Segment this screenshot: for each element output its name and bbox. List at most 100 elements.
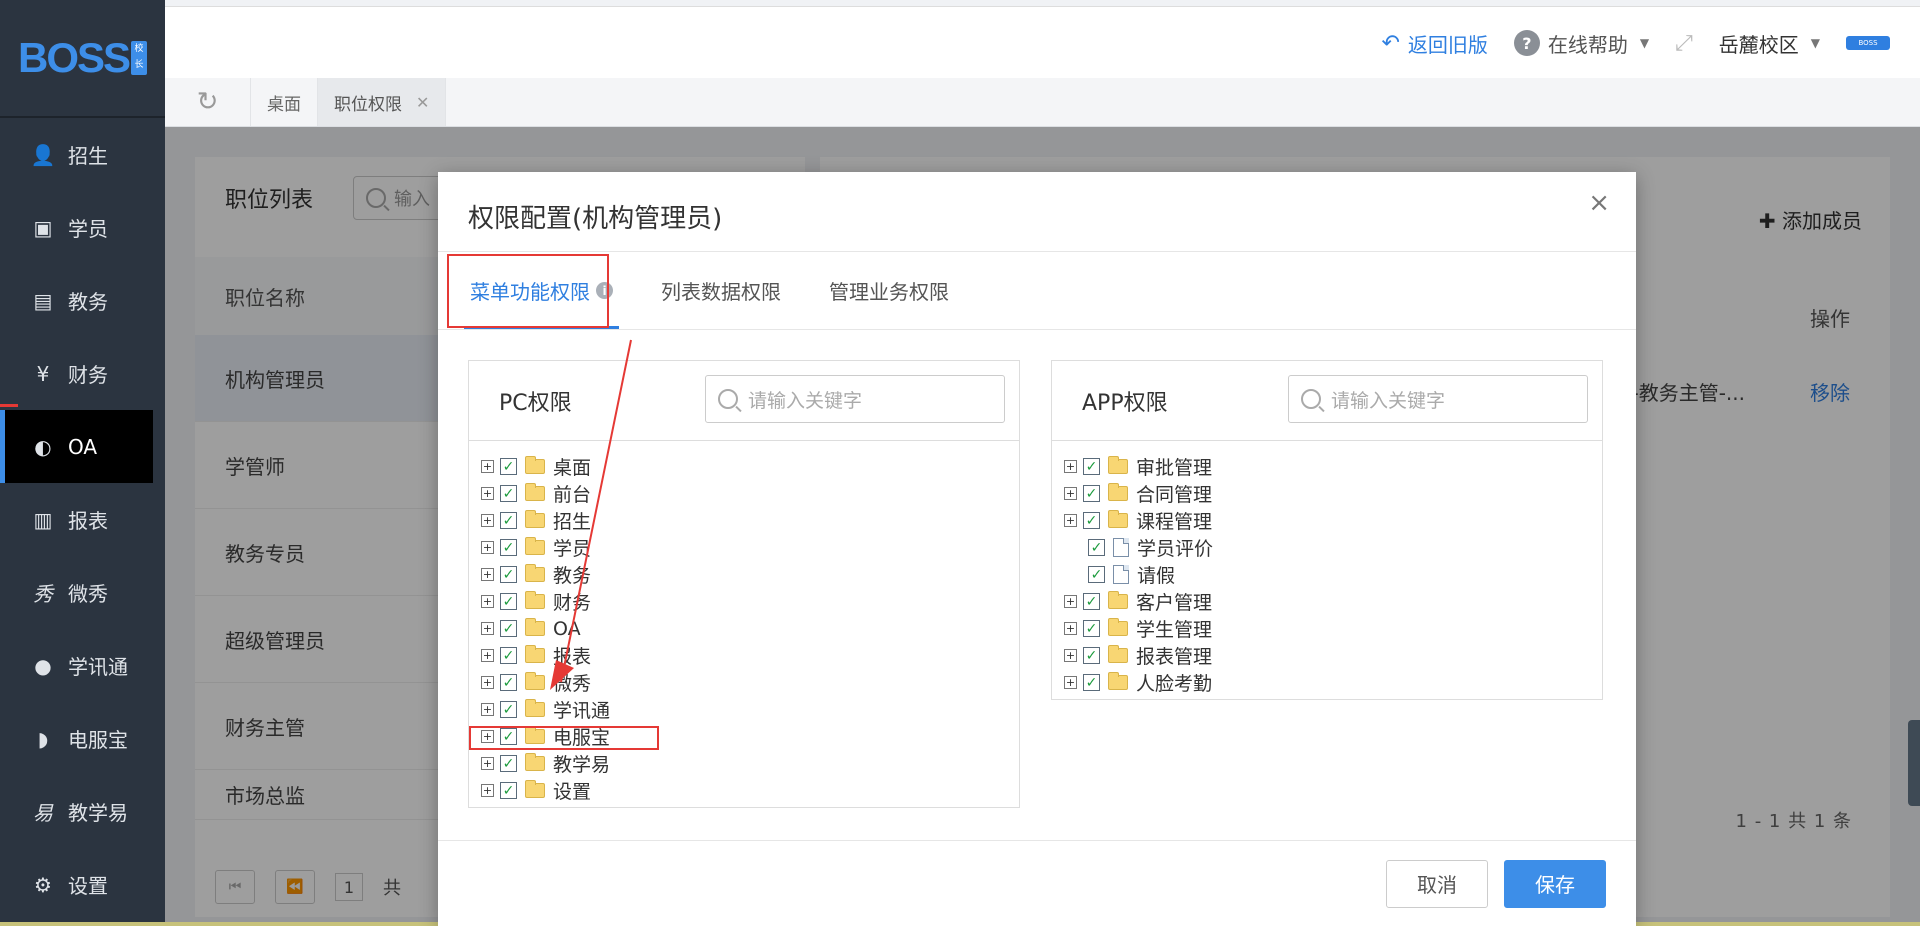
checkbox[interactable]: ✓: [1083, 512, 1100, 529]
sidebar-item-xueyuan[interactable]: ▣ 学员: [0, 191, 165, 264]
expand-icon[interactable]: +: [481, 568, 494, 581]
expand-icon[interactable]: +: [481, 649, 494, 662]
tree-node[interactable]: + ✓ 教务: [481, 561, 1019, 588]
sidebar-item-baobiao[interactable]: ▥ 报表: [0, 483, 165, 556]
yen-icon: ¥: [36, 361, 50, 386]
close-icon[interactable]: ×: [1588, 188, 1610, 218]
expand-icon[interactable]: +: [481, 703, 494, 716]
tree-node[interactable]: + ✓ 报表: [481, 642, 1019, 669]
save-button[interactable]: 保存: [1504, 859, 1606, 908]
expand-icon[interactable]: +: [1064, 649, 1077, 662]
online-help-dropdown[interactable]: ? 在线帮助 ▼: [1513, 29, 1649, 58]
sidebar-item-jiaoxueyi[interactable]: 易教学易: [0, 775, 165, 848]
checkbox[interactable]: ✓: [500, 755, 517, 772]
sidebar-item-shezhi[interactable]: ⚙ 设置: [0, 848, 165, 921]
tree-node-label: 学生管理: [1136, 619, 1213, 641]
checkbox[interactable]: ✓: [500, 701, 517, 718]
app-search-input[interactable]: 请输入关键字: [1288, 375, 1588, 423]
expand-icon[interactable]: +: [1064, 514, 1077, 527]
checkbox[interactable]: ✓: [1083, 647, 1100, 664]
refresh-icon[interactable]: ↻: [165, 78, 251, 126]
tree-node[interactable]: + ✓ 设置: [481, 777, 1019, 804]
sidebar-item-caiwu[interactable]: ¥ 财务: [0, 337, 165, 410]
checkbox[interactable]: ✓: [1088, 539, 1105, 556]
tab-desktop[interactable]: 桌面: [251, 78, 318, 126]
checkbox[interactable]: ✓: [500, 782, 517, 799]
checkbox[interactable]: ✓: [500, 566, 517, 583]
sidebar-item-xuexuntong[interactable]: ● 学讯通: [0, 629, 165, 702]
checkbox[interactable]: ✓: [500, 647, 517, 664]
tree-node[interactable]: + ✓ 财务: [481, 588, 1019, 615]
tree-node[interactable]: + ✓ 招生: [481, 507, 1019, 534]
checkbox[interactable]: ✓: [1083, 458, 1100, 475]
folder-icon: [525, 564, 545, 582]
logo-badge: 校长: [131, 41, 148, 75]
tree-node[interactable]: + ✓ 报表管理: [1064, 642, 1602, 669]
tab-list-data-permissions[interactable]: 列表数据权限: [649, 252, 793, 329]
tree-node[interactable]: + ✓ 学生管理: [1064, 615, 1602, 642]
checkbox[interactable]: ✓: [500, 485, 517, 502]
checkbox[interactable]: ✓: [500, 458, 517, 475]
tree-node[interactable]: + ✓ 人脸考勤: [1064, 669, 1602, 696]
checkbox[interactable]: ✓: [500, 674, 517, 691]
tree-node[interactable]: + ✓ 学员: [481, 534, 1019, 561]
expand-icon[interactable]: +: [481, 487, 494, 500]
sidebar-item-weixiu[interactable]: 秀微秀: [0, 556, 165, 629]
expand-icon[interactable]: +: [481, 757, 494, 770]
tree-node[interactable]: ✓ 学员评价: [1064, 534, 1602, 561]
checkbox[interactable]: ✓: [1083, 593, 1100, 610]
checkbox[interactable]: ✓: [500, 512, 517, 529]
sidebar-item-dianfubao[interactable]: ◗ 电服宝: [0, 702, 165, 775]
expand-icon[interactable]: +: [481, 514, 494, 527]
expand-icon[interactable]: +: [481, 541, 494, 554]
expand-icon[interactable]: +: [1064, 460, 1077, 473]
expand-icon[interactable]: +: [481, 595, 494, 608]
tab-label: 列表数据权限: [661, 280, 781, 304]
checkbox[interactable]: ✓: [500, 593, 517, 610]
checkbox[interactable]: ✓: [1083, 674, 1100, 691]
back-old-version-link[interactable]: ↶ 返回旧版: [1381, 29, 1487, 58]
expand-icon[interactable]: +: [1064, 487, 1077, 500]
search-placeholder: 请输入关键字: [1331, 389, 1446, 412]
checkbox[interactable]: ✓: [1088, 566, 1105, 583]
tree-node-label: 微秀: [553, 673, 592, 695]
fullscreen-icon[interactable]: ⤢: [1675, 31, 1693, 56]
checkbox[interactable]: ✓: [1083, 485, 1100, 502]
expand-icon[interactable]: +: [1064, 622, 1077, 635]
sidebar-nav: 👤 招生 ▣ 学员 ▤ 教务 ¥ 财务 ◐ OA ▥ 报表 秀微秀 ● 学讯通 ◗ 电服宝 易教…: [0, 118, 165, 921]
expand-icon[interactable]: +: [481, 784, 494, 797]
checkbox[interactable]: ✓: [500, 539, 517, 556]
cancel-button[interactable]: 取消: [1386, 859, 1488, 908]
expand-icon[interactable]: +: [481, 622, 494, 635]
tree-node[interactable]: + ✓ 合同管理: [1064, 480, 1602, 507]
close-icon[interactable]: ✕: [416, 93, 429, 112]
expand-icon[interactable]: +: [1064, 595, 1077, 608]
topbar: ↶ 返回旧版 ? 在线帮助 ▼ ⤢ 岳麓校区 ▼ BOSS: [165, 6, 1920, 78]
sidebar-item-zhaosheng[interactable]: 👤 招生: [0, 118, 165, 191]
sidebar-item-oa[interactable]: ◐ OA: [0, 404, 153, 483]
expand-icon[interactable]: +: [481, 460, 494, 473]
tree-node[interactable]: + ✓ 审批管理: [1064, 453, 1602, 480]
tree-node[interactable]: + ✓ 微秀: [481, 669, 1019, 696]
edge-widget[interactable]: [1908, 720, 1920, 806]
tree-node[interactable]: + ✓ 教学易: [481, 750, 1019, 777]
avatar-badge[interactable]: BOSS: [1846, 36, 1890, 50]
tab-business-permissions[interactable]: 管理业务权限: [817, 252, 961, 329]
expand-icon[interactable]: +: [481, 676, 494, 689]
checkbox[interactable]: ✓: [500, 620, 517, 637]
tree-node[interactable]: + ✓ 学讯通: [481, 696, 1019, 723]
tree-node[interactable]: + ✓ 课程管理: [1064, 507, 1602, 534]
sidebar-item-jiaowu[interactable]: ▤ 教务: [0, 264, 165, 337]
search-icon: [1301, 389, 1321, 409]
tree-node[interactable]: + ✓ 客户管理: [1064, 588, 1602, 615]
tree-node[interactable]: + ✓ 前台: [481, 480, 1019, 507]
tree-node[interactable]: + ✓ OA: [481, 615, 1019, 642]
campus-dropdown[interactable]: 岳麓校区 ▼: [1719, 29, 1820, 58]
pc-search-input[interactable]: 请输入关键字: [705, 375, 1005, 423]
expand-icon[interactable]: +: [1064, 676, 1077, 689]
tree-node[interactable]: ✓ 请假: [1064, 561, 1602, 588]
logo[interactable]: BOSS 校长: [0, 0, 165, 118]
checkbox[interactable]: ✓: [1083, 620, 1100, 637]
tree-node[interactable]: + ✓ 桌面: [481, 453, 1019, 480]
tab-position-permissions[interactable]: 职位权限 ✕: [318, 78, 447, 126]
